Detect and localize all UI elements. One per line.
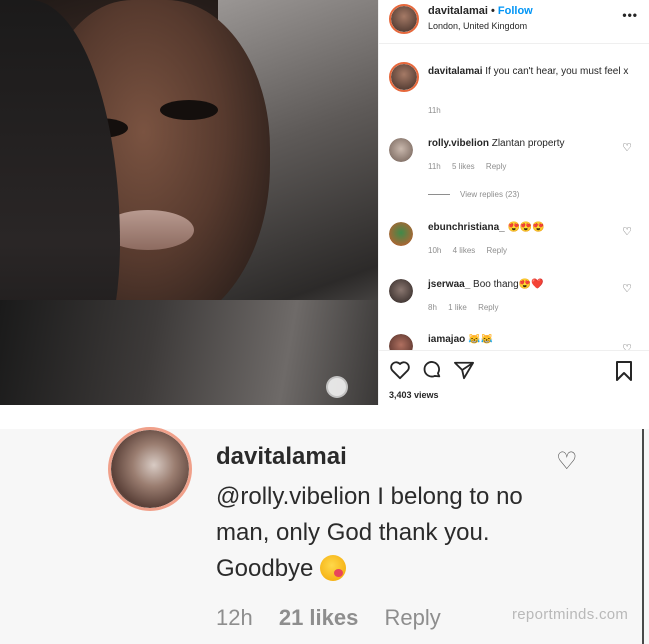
photo-eye-right (160, 100, 218, 120)
comment-item: iamajao 😹😹 ♡ (379, 334, 649, 350)
photo-jacket (0, 300, 378, 405)
comment-time[interactable]: 8h (428, 303, 437, 312)
comment-time[interactable]: 11h (428, 162, 441, 171)
comment-like-heart-icon[interactable]: ♡ (622, 342, 632, 350)
replies-line (428, 194, 450, 196)
post-actions-bar: 3,403 views (379, 350, 649, 405)
caption-text: If you can't hear, you must feel x (485, 66, 629, 77)
comment-item: ebunchristiana_ 😍😍😍 10h 4 likes Reply ♡ (379, 222, 649, 266)
instagram-post: davitalamai • Follow London, United King… (0, 0, 649, 405)
owner-avatar[interactable] (389, 4, 419, 34)
zoomed-likes[interactable]: 21 likes (279, 605, 359, 630)
comment-text: 😹😹 (468, 334, 493, 345)
post-side-panel: davitalamai • Follow London, United King… (378, 0, 649, 405)
send-icon[interactable] (453, 360, 475, 385)
zoomed-comment-body: @rolly.vibelion I belong to no man, only… (216, 479, 546, 587)
more-options-icon[interactable]: ••• (622, 8, 638, 22)
comment-likes[interactable]: 5 likes (452, 162, 475, 171)
user-tag-icon[interactable] (326, 376, 348, 398)
commenter-avatar[interactable] (389, 334, 413, 350)
owner-header-line: davitalamai • Follow (428, 5, 533, 17)
follow-separator: • (490, 5, 495, 17)
comment-item: jserwaa_ Boo thang😍❤️ 8h 1 like Reply ♡ (379, 279, 649, 323)
post-caption: davitalamai If you can't hear, you must … (428, 64, 638, 79)
caption-avatar[interactable] (389, 62, 419, 92)
views-count[interactable]: 3,403 views (389, 390, 439, 400)
post-location[interactable]: London, United Kingdom (428, 21, 527, 31)
comment-text: Boo thang😍❤️ (473, 279, 544, 290)
comment-text: Zlantan property (491, 138, 565, 149)
commenter-avatar[interactable] (389, 138, 413, 162)
comment-item: rolly.vibelion Zlantan property 11h 5 li… (379, 138, 649, 182)
reply-button[interactable]: Reply (487, 246, 507, 255)
heart-icon[interactable] (389, 360, 411, 385)
comment-text: 😍😍😍 (507, 222, 545, 233)
commenter-username[interactable]: rolly.vibelion (428, 138, 489, 149)
zoomed-avatar[interactable] (108, 427, 192, 511)
comment-like-heart-icon[interactable]: ♡ (622, 141, 632, 154)
zoomed-reply-button[interactable]: Reply (384, 605, 440, 630)
comment-like-heart-icon[interactable]: ♡ (622, 282, 632, 295)
commenter-username[interactable]: jserwaa_ (428, 279, 470, 290)
comment-time[interactable]: 10h (428, 246, 441, 255)
zoomed-comment-meta: 12h 21 likes Reply (216, 605, 461, 631)
owner-username[interactable]: davitalamai (428, 5, 488, 17)
comment-meta: 10h 4 likes Reply (428, 246, 516, 255)
comment-body: ebunchristiana_ 😍😍😍 (428, 222, 545, 233)
zoomed-comment-text: @rolly.vibelion I belong to no man, only… (216, 483, 523, 582)
commenter-avatar[interactable] (389, 222, 413, 246)
comment-body: rolly.vibelion Zlantan property (428, 138, 565, 149)
reply-button[interactable]: Reply (486, 162, 506, 171)
post-photo[interactable] (0, 0, 378, 405)
section-divider (0, 405, 649, 429)
comment-likes[interactable]: 4 likes (453, 246, 476, 255)
post-header: davitalamai • Follow London, United King… (379, 0, 649, 44)
view-replies-label: View replies (23) (460, 190, 520, 199)
kiss-emoji-icon (320, 555, 347, 581)
zoom-edge-line (642, 429, 644, 644)
comment-icon[interactable] (421, 360, 443, 385)
reply-button[interactable]: Reply (478, 303, 498, 312)
zoomed-comment: davitalamai @rolly.vibelion I belong to … (0, 427, 649, 644)
commenter-avatar[interactable] (389, 279, 413, 303)
zoomed-like-heart-icon[interactable]: ♡ (556, 447, 578, 476)
watermark: reportminds.com (512, 606, 629, 623)
zoomed-username[interactable]: davitalamai (216, 443, 347, 471)
comment-meta: 8h 1 like Reply (428, 303, 508, 312)
comment-likes[interactable]: 1 like (448, 303, 467, 312)
bookmark-icon[interactable] (615, 360, 633, 387)
follow-button[interactable]: Follow (498, 5, 533, 17)
comment-body: iamajao 😹😹 (428, 334, 493, 345)
comment-body: jserwaa_ Boo thang😍❤️ (428, 279, 544, 290)
caption-time[interactable]: 11h (428, 106, 441, 115)
view-replies-button[interactable]: View replies (23) (428, 190, 519, 199)
commenter-username[interactable]: ebunchristiana_ (428, 222, 505, 233)
commenter-username[interactable]: iamajao (428, 334, 465, 345)
comment-like-heart-icon[interactable]: ♡ (622, 225, 632, 238)
caption-username[interactable]: davitalamai (428, 66, 482, 77)
comment-meta: 11h 5 likes Reply (428, 162, 515, 171)
zoomed-time[interactable]: 12h (216, 605, 253, 630)
